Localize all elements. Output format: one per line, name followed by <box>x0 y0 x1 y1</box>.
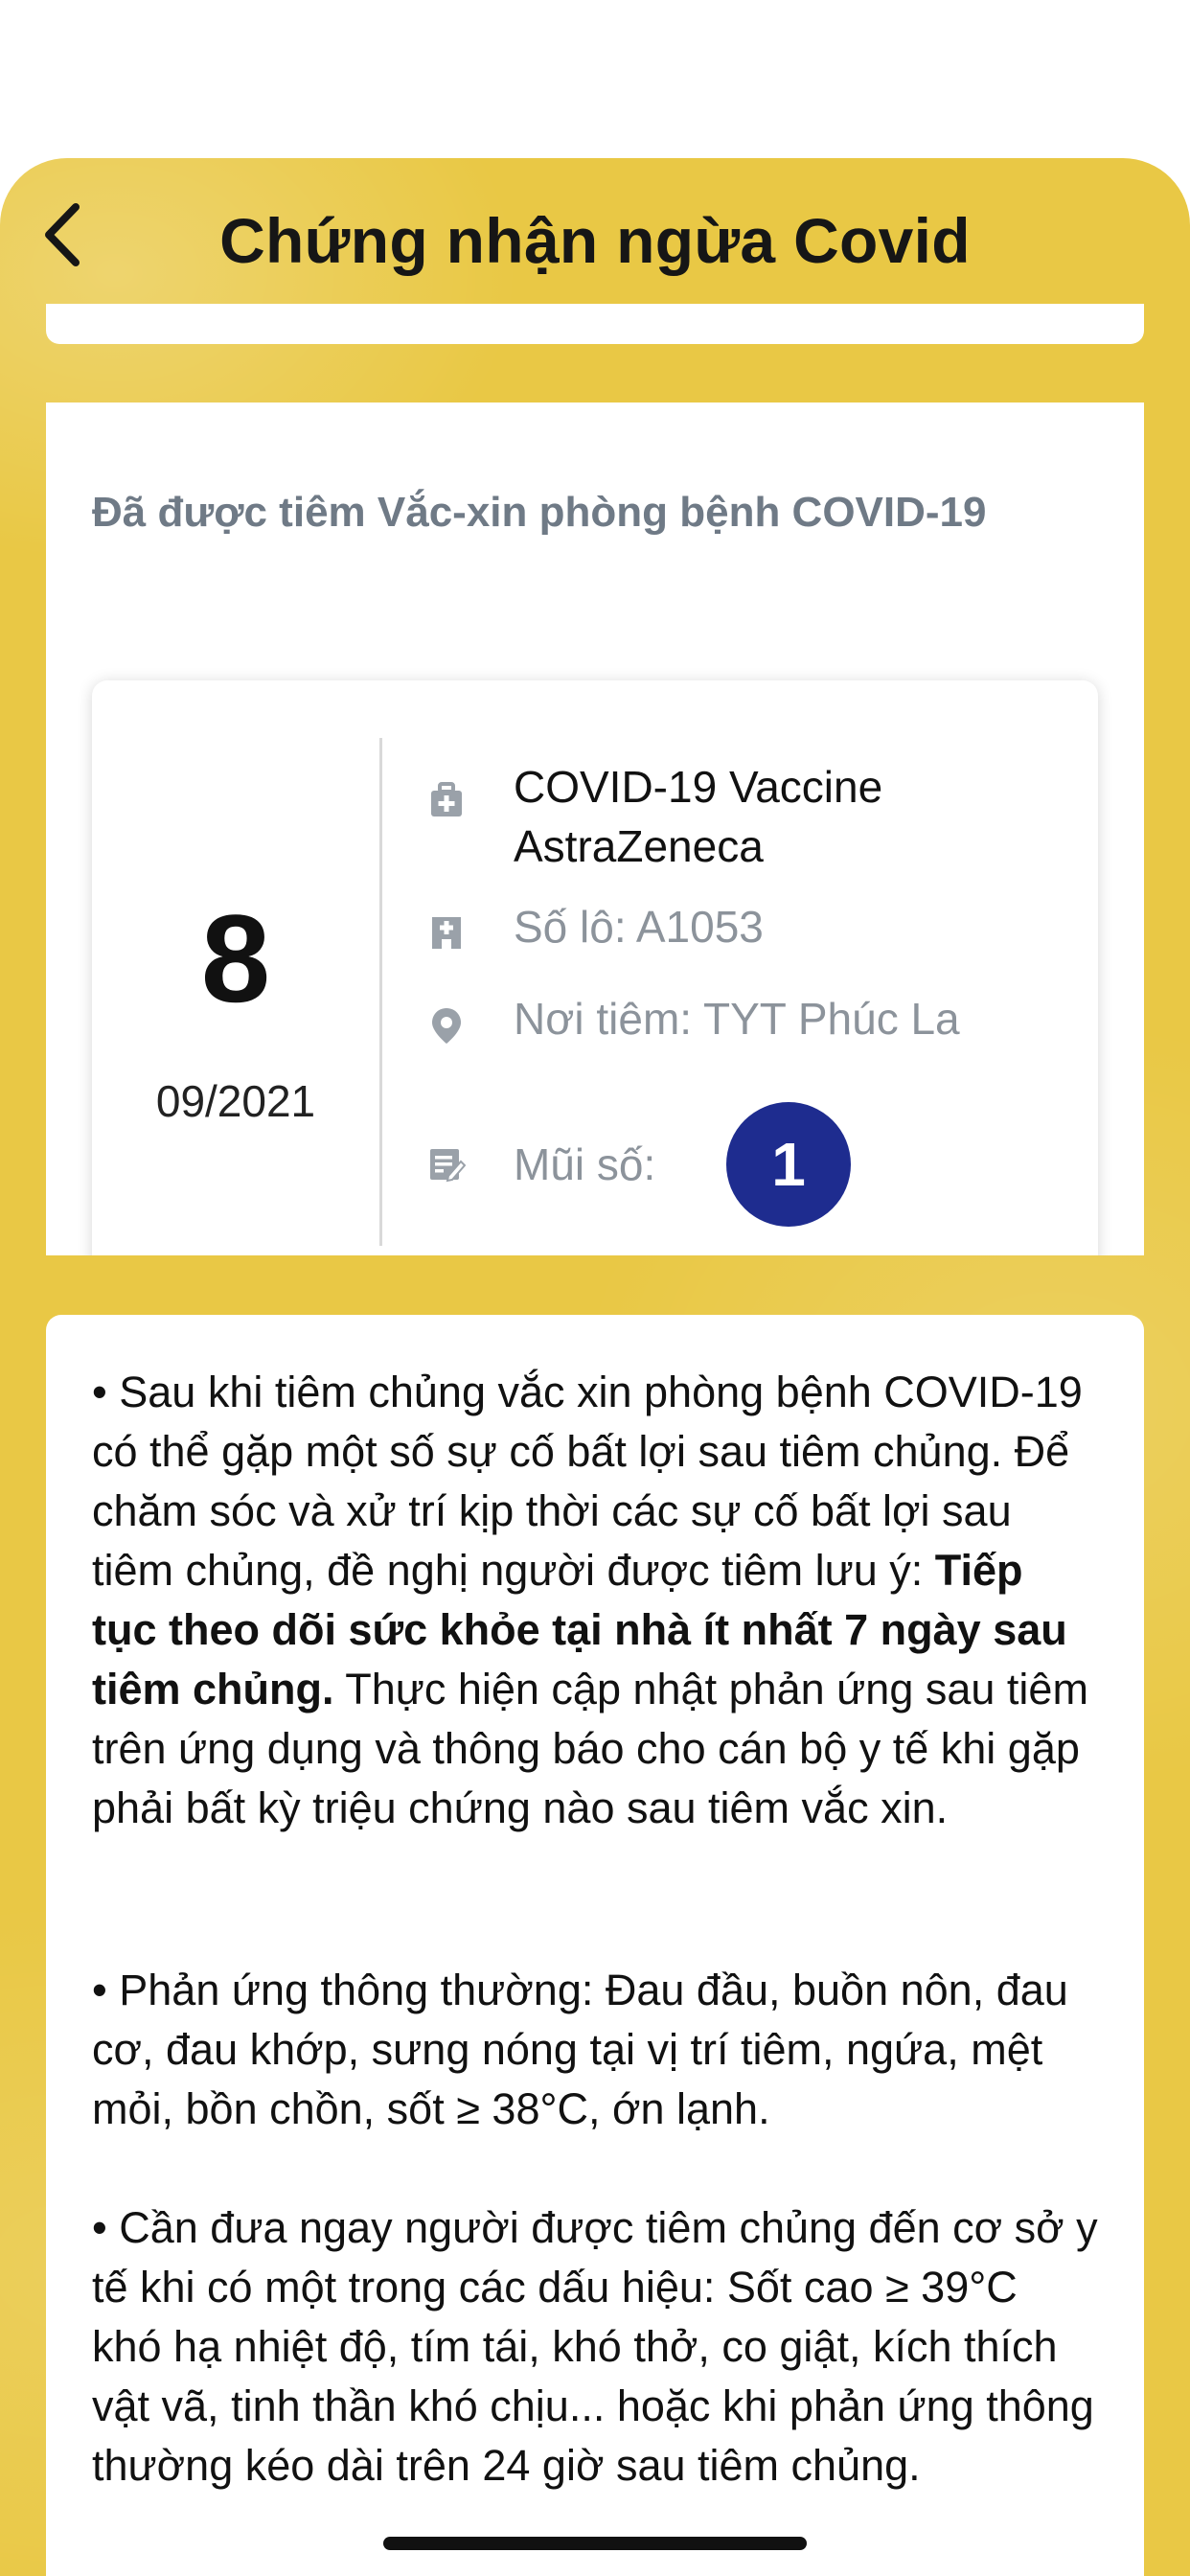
page-title: Chứng nhận ngừa Covid <box>219 205 971 276</box>
medical-bag-icon <box>431 782 462 816</box>
vaccine-name: COVID-19 Vaccine AstraZeneca <box>514 762 883 871</box>
location-pin-icon <box>432 1008 461 1044</box>
vaccination-card: Đã được tiêm Vắc-xin phòng bệnh COVID-19… <box>46 402 1144 1255</box>
vaccination-status-heading: Đã được tiêm Vắc-xin phòng bệnh COVID-19 <box>92 489 987 536</box>
advice-paragraph-2: • Phản ứng thông thường: Đau đầu, buồn n… <box>92 1966 1068 2133</box>
certificate-sheet: Chứng nhận ngừa Covid Đã được tiêm Vắc-x… <box>0 158 1190 2576</box>
dose-month-year: 09/2021 <box>155 1076 316 1126</box>
vaccination-place: Nơi tiêm: TYT Phúc La <box>514 994 960 1044</box>
home-indicator[interactable] <box>383 2537 807 2550</box>
dose-record[interactable]: 8 09/2021 COVID-19 Vaccine AstraZeneca S… <box>92 680 1098 1255</box>
dose-number-badge: 1 <box>726 1102 851 1227</box>
dose-day: 8 <box>200 888 271 1028</box>
advice-card: • Sau khi tiêm chủng vắc xin phòng bệnh … <box>46 1315 1144 2576</box>
advice-paragraph-3: • Cần đưa ngay người được tiêm chủng đến… <box>92 2203 1098 2490</box>
hospital-building-icon <box>432 917 461 949</box>
advice-paragraph-1: • Sau khi tiêm chủng vắc xin phòng bệnh … <box>92 1363 1098 1838</box>
dose-label: Mũi số: <box>514 1139 656 1189</box>
header: Chứng nhận ngừa Covid <box>0 158 1190 302</box>
divider <box>379 738 382 1246</box>
advice-text: • Sau khi tiêm chủng vắc xin phòng bệnh … <box>92 1368 1083 1595</box>
lot-number: Số lô: A1053 <box>514 902 764 952</box>
card-edge <box>46 304 1144 344</box>
edit-note-icon <box>430 1149 466 1183</box>
